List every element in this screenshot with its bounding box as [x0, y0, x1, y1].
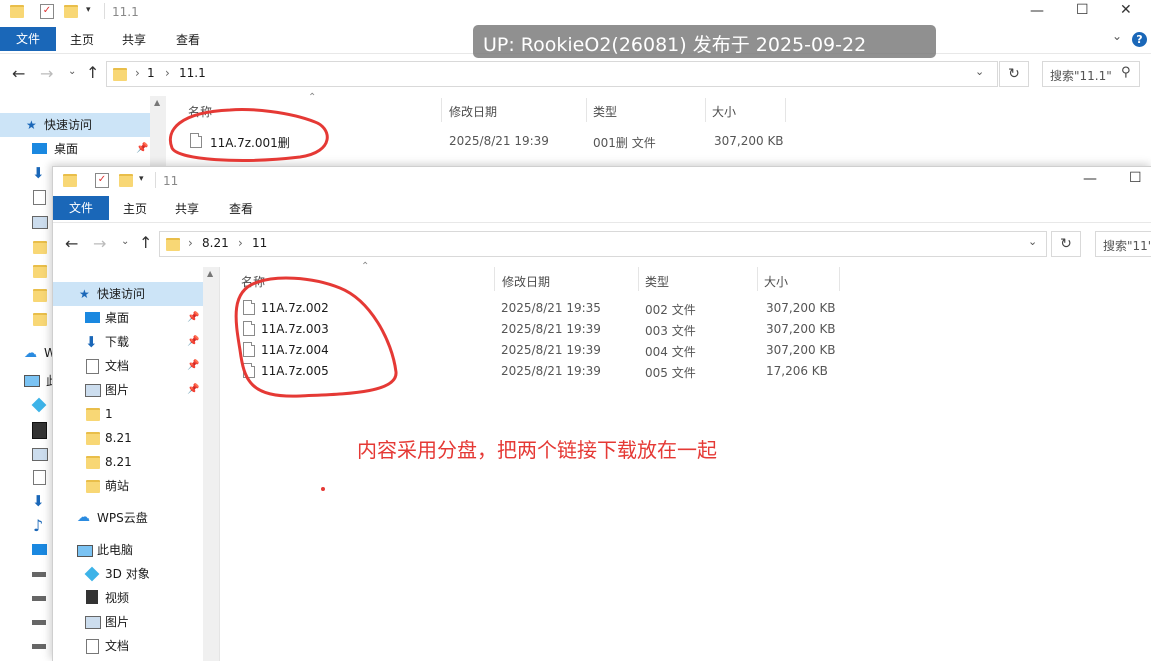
annotation-circle-front	[234, 276, 398, 398]
annotation-dot	[321, 487, 325, 491]
annotation-text: 内容采用分盘，把两个链接下载放在一起	[357, 438, 717, 462]
annotation-circle-back	[169, 108, 329, 162]
annotation-overlay	[169, 108, 398, 491]
